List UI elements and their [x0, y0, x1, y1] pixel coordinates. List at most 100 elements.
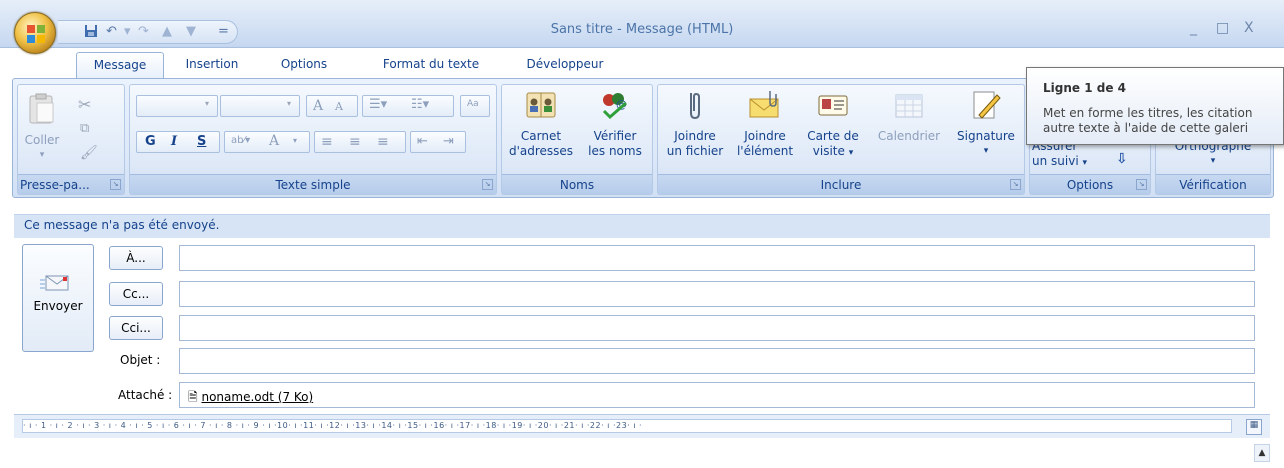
chevron-down-icon: ▾	[204, 99, 209, 108]
quick-styles-icon: Aa	[467, 99, 479, 109]
calendar-icon	[895, 94, 923, 118]
cc-button[interactable]: Cc...	[109, 282, 163, 306]
group-clipboard: Coller ▾ ✂ ⧉ 🖌 Presse-pa... ↘	[17, 84, 125, 195]
group-label-clipboard: Presse-pa...	[18, 174, 124, 194]
format-painter-icon[interactable]: 🖌	[80, 145, 98, 161]
scroll-up-icon[interactable]: ▲	[1254, 444, 1270, 462]
align-right-icon[interactable]: ≡	[377, 134, 389, 150]
cc-field[interactable]	[179, 281, 1255, 307]
group-basic-text: ▾ ▾ A A ☰▾ ☷▾ Aa G I S ab⁄▾ A ▾ ≡ ≡ ≡ ⇤ …	[129, 84, 497, 195]
group-label-names: Noms	[502, 174, 652, 194]
decrease-indent-icon[interactable]: ⇤	[417, 134, 428, 149]
group-label-include: Inclure	[658, 174, 1024, 194]
document-icon: 🗎	[188, 390, 198, 404]
envelope-clip-icon	[749, 91, 779, 118]
bcc-button[interactable]: Cci...	[109, 316, 163, 340]
view-ruler-icon[interactable]: ▦	[1246, 419, 1262, 435]
attach-file-button[interactable]: Joindre un fichier	[660, 89, 730, 159]
cut-icon[interactable]: ✂	[78, 95, 91, 114]
ribbon-tooltip: Ligne 1 de 4 Met en forme les titres, le…	[1026, 67, 1284, 145]
clipboard-icon	[29, 93, 54, 124]
info-bar: Ce message n'a pas été envoyé.	[14, 214, 1270, 238]
italic-button[interactable]: I	[171, 134, 177, 149]
send-envelope-icon	[40, 275, 69, 291]
calendar-button[interactable]: Calendrier	[870, 89, 948, 144]
attach-item-button[interactable]: Joindre l'élément	[732, 89, 798, 159]
signature-pen-icon	[973, 91, 1001, 119]
check-names-icon: @	[602, 93, 627, 120]
chevron-down-icon: ▾	[286, 99, 291, 108]
tab-text-format[interactable]: Format du texte	[362, 52, 500, 78]
list-buttons: ☰▾ ☷▾	[362, 95, 454, 117]
to-field[interactable]	[179, 245, 1255, 271]
subject-label: Objet :	[120, 353, 161, 367]
highlight-icon[interactable]: ab⁄▾	[231, 135, 250, 146]
chevron-down-icon: ▾	[1210, 156, 1216, 166]
font-name-select[interactable]: ▾	[136, 95, 218, 117]
grow-font-button[interactable]: A	[313, 98, 323, 114]
font-size-select[interactable]: ▾	[220, 95, 300, 117]
highlight-and-color: ab⁄▾ A ▾	[224, 131, 310, 153]
paste-button[interactable]: Coller ▾	[22, 93, 62, 163]
business-card-icon	[818, 95, 848, 116]
align-center-icon[interactable]: ≡	[349, 134, 361, 150]
attached-label: Attaché :	[118, 388, 173, 402]
tab-insertion[interactable]: Insertion	[172, 52, 252, 78]
attachment-item[interactable]: 🗎 noname.odt (7 Ko)	[188, 388, 313, 409]
tab-message[interactable]: Message	[76, 52, 164, 78]
close-button[interactable]: X	[1244, 20, 1254, 36]
include-launcher-icon[interactable]: ↘	[1010, 179, 1021, 190]
to-button[interactable]: À...	[109, 246, 163, 270]
tab-options[interactable]: Options	[266, 52, 342, 78]
office-logo-icon	[27, 25, 45, 43]
check-names-button[interactable]: @ Vérifier les noms	[580, 89, 650, 159]
indent-buttons: ⇤ ⇥	[410, 131, 466, 153]
group-label-proofing: Vérification	[1156, 174, 1270, 194]
bcc-field[interactable]	[179, 315, 1255, 341]
options-launcher-icon[interactable]: ↘	[1136, 179, 1147, 190]
maximize-button[interactable]: □	[1216, 20, 1229, 36]
underline-button[interactable]: S	[197, 134, 206, 149]
signature-button[interactable]: Signature ▾	[950, 89, 1022, 159]
alignment-buttons: ≡ ≡ ≡	[314, 131, 406, 153]
styles-button[interactable]: Aa	[460, 95, 490, 117]
copy-icon[interactable]: ⧉	[80, 121, 89, 136]
clipboard-launcher-icon[interactable]: ↘	[110, 179, 121, 190]
format-buttons: G I S	[136, 131, 220, 153]
ruler-scale[interactable]: · ı · 1 · ı · 2 · ı · 3 · ı · 4 · ı · 5 …	[22, 419, 1232, 433]
tooltip-body: Met en forme les titres, les citation au…	[1043, 106, 1253, 135]
low-importance-icon[interactable]: ⇩	[1116, 151, 1128, 167]
chevron-down-icon: ▾	[983, 146, 989, 156]
group-label-basic-text: Texte simple	[130, 174, 496, 194]
group-label-options: Options	[1030, 174, 1150, 194]
group-names: Carnet d'adresses @ Vérifier les noms No…	[501, 84, 653, 195]
subject-field[interactable]	[179, 348, 1255, 374]
increase-indent-icon[interactable]: ⇥	[443, 134, 454, 149]
send-button[interactable]: Envoyer	[22, 244, 94, 352]
align-left-icon[interactable]: ≡	[321, 134, 333, 150]
group-include: Joindre un fichier Joindre l'élément Car…	[657, 84, 1025, 195]
office-button[interactable]	[14, 12, 56, 54]
address-book-button[interactable]: Carnet d'adresses	[506, 89, 576, 159]
numbering-icon[interactable]: ☷▾	[411, 97, 429, 112]
tab-developer[interactable]: Développeur	[510, 52, 620, 78]
font-color-button[interactable]: A	[269, 133, 279, 149]
font-size-buttons: A A	[306, 95, 358, 117]
attachment-name[interactable]: noname.odt (7 Ko)	[201, 390, 313, 404]
paperclip-icon	[690, 92, 700, 120]
tooltip-title: Ligne 1 de 4	[1043, 81, 1126, 95]
address-book-icon	[526, 92, 556, 118]
chevron-down-icon: ▾	[1082, 158, 1088, 168]
minimize-button[interactable]: _	[1190, 20, 1197, 36]
basic-text-launcher-icon[interactable]: ↘	[482, 179, 493, 190]
chevron-down-icon: ▾	[293, 136, 298, 145]
attachment-field: 🗎 noname.odt (7 Ko)	[179, 382, 1255, 408]
bold-button[interactable]: G	[145, 134, 156, 149]
business-card-button[interactable]: Carte de visite ▾	[800, 89, 866, 161]
bullets-icon[interactable]: ☰▾	[369, 97, 387, 112]
window-title: Sans titre - Message (HTML)	[550, 22, 734, 37]
shrink-font-button[interactable]: A	[335, 100, 343, 113]
title-bar: ↶ ▾ ↷ ▲ ▼ = Sans titre - Message (HTML) …	[0, 0, 1284, 48]
chevron-down-icon: ▾	[848, 148, 854, 158]
ruler: · ı · 1 · ı · 2 · ı · 3 · ı · 4 · ı · 5 …	[14, 414, 1270, 438]
